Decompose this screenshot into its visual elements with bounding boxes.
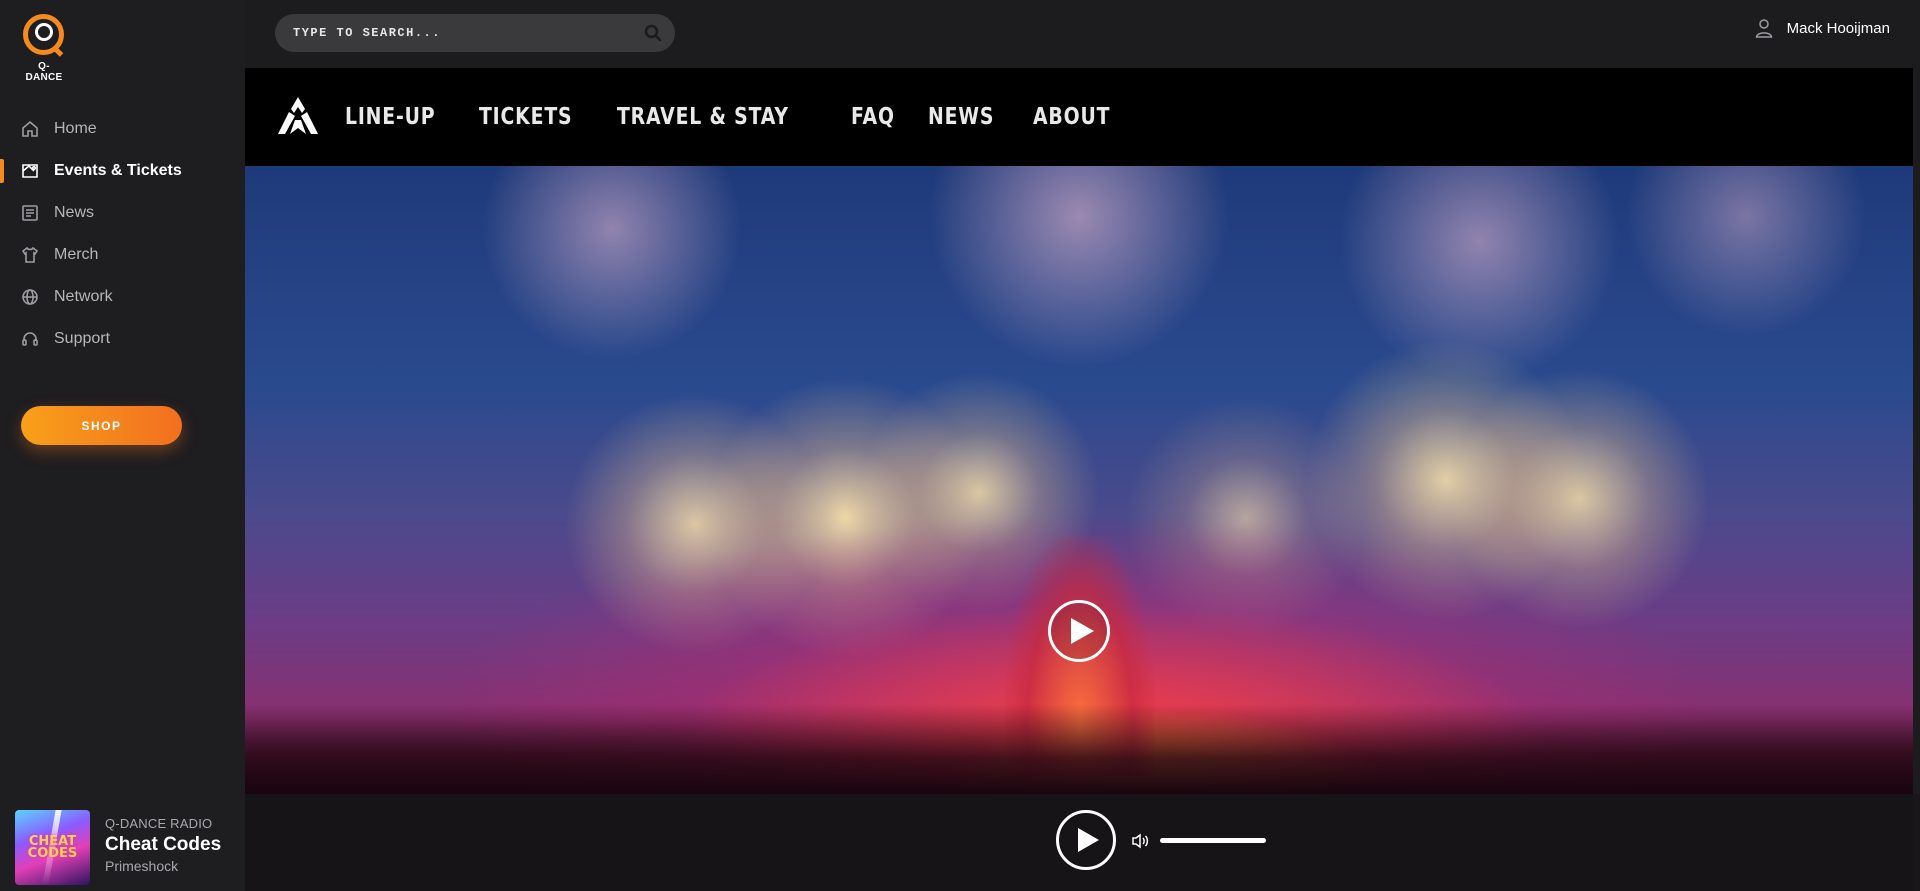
track-artist: Primeshock bbox=[105, 858, 179, 874]
sidebar-item-label: Merch bbox=[54, 246, 99, 263]
globe-icon bbox=[22, 289, 38, 305]
volume-fill bbox=[1160, 838, 1266, 843]
user-menu[interactable]: Mack Hooijman bbox=[1755, 18, 1890, 38]
sidebar-item-label: News bbox=[54, 204, 95, 221]
q-dance-logo[interactable]: Q-DANCE bbox=[20, 14, 68, 83]
logo-wordmark: Q-DANCE bbox=[25, 61, 63, 83]
sidebar-item-label: Network bbox=[54, 288, 113, 305]
sidebar-item-support[interactable]: Support bbox=[0, 318, 245, 360]
now-playing: Q-DANCE RADIO Cheat Codes Primeshock bbox=[105, 816, 221, 874]
event-nav: LINE-UP TICKETS TRAVEL & STAY FAQ NEWS A… bbox=[245, 68, 1913, 166]
player-play-button[interactable] bbox=[1056, 810, 1116, 870]
radio-player: CHEAT CODES Q-DANCE RADIO Cheat Codes Pr… bbox=[0, 794, 1920, 891]
user-name: Mack Hooijman bbox=[1786, 19, 1890, 37]
event-nav-lineup[interactable]: LINE-UP bbox=[345, 104, 435, 130]
sidebar-item-merch[interactable]: Merch bbox=[0, 234, 245, 276]
event-nav-faq[interactable]: FAQ bbox=[851, 104, 895, 130]
search-icon[interactable] bbox=[643, 23, 663, 43]
treeline-silhouette bbox=[245, 704, 1913, 794]
sidebar-item-events-tickets[interactable]: Events & Tickets bbox=[0, 150, 245, 192]
event-page: LINE-UP TICKETS TRAVEL & STAY FAQ NEWS A… bbox=[245, 68, 1913, 891]
station-name: Q-DANCE RADIO bbox=[105, 816, 213, 831]
play-icon bbox=[1078, 828, 1099, 852]
volume-slider[interactable] bbox=[1160, 838, 1266, 843]
sidebar-nav: Home Events & Tickets News Merch Network… bbox=[0, 108, 245, 360]
user-icon bbox=[1755, 19, 1772, 38]
event-nav-news[interactable]: NEWS bbox=[928, 104, 994, 130]
player-info: CHEAT CODES Q-DANCE RADIO Cheat Codes Pr… bbox=[0, 794, 245, 891]
track-title: Cheat Codes bbox=[105, 834, 222, 855]
sidebar-item-label: Home bbox=[54, 120, 97, 137]
headset-icon bbox=[22, 332, 38, 346]
sidebar-item-label: Support bbox=[54, 330, 111, 347]
sidebar-item-news[interactable]: News bbox=[0, 192, 245, 234]
play-icon bbox=[1070, 618, 1094, 644]
search-box bbox=[275, 14, 675, 52]
logo-q-mark bbox=[35, 23, 53, 41]
sidebar-item-label: Events & Tickets bbox=[54, 162, 182, 179]
event-nav-tickets[interactable]: TICKETS bbox=[479, 104, 572, 130]
home-icon bbox=[22, 120, 38, 137]
shirt-icon bbox=[21, 246, 39, 263]
news-icon bbox=[22, 205, 38, 221]
sidebar-item-home[interactable]: Home bbox=[0, 108, 245, 150]
sidebar: Q-DANCE Home Events & Tickets News Merch… bbox=[0, 0, 245, 891]
album-cover[interactable]: CHEAT CODES bbox=[15, 810, 90, 885]
search-input[interactable] bbox=[293, 26, 633, 40]
top-bar: Mack Hooijman bbox=[245, 0, 1920, 68]
sidebar-item-network[interactable]: Network bbox=[0, 276, 245, 318]
shop-button[interactable]: SHOP bbox=[21, 406, 182, 445]
event-nav-about[interactable]: ABOUT bbox=[1033, 104, 1110, 130]
volume-icon[interactable] bbox=[1131, 832, 1151, 850]
ticket-icon bbox=[22, 164, 38, 178]
hero-video[interactable] bbox=[245, 166, 1913, 794]
video-play-button[interactable] bbox=[1048, 600, 1110, 662]
defqon-logo-icon[interactable] bbox=[275, 94, 321, 140]
cover-text: CHEAT CODES bbox=[27, 834, 78, 861]
event-nav-travel-stay[interactable]: TRAVEL & STAY bbox=[617, 104, 789, 130]
